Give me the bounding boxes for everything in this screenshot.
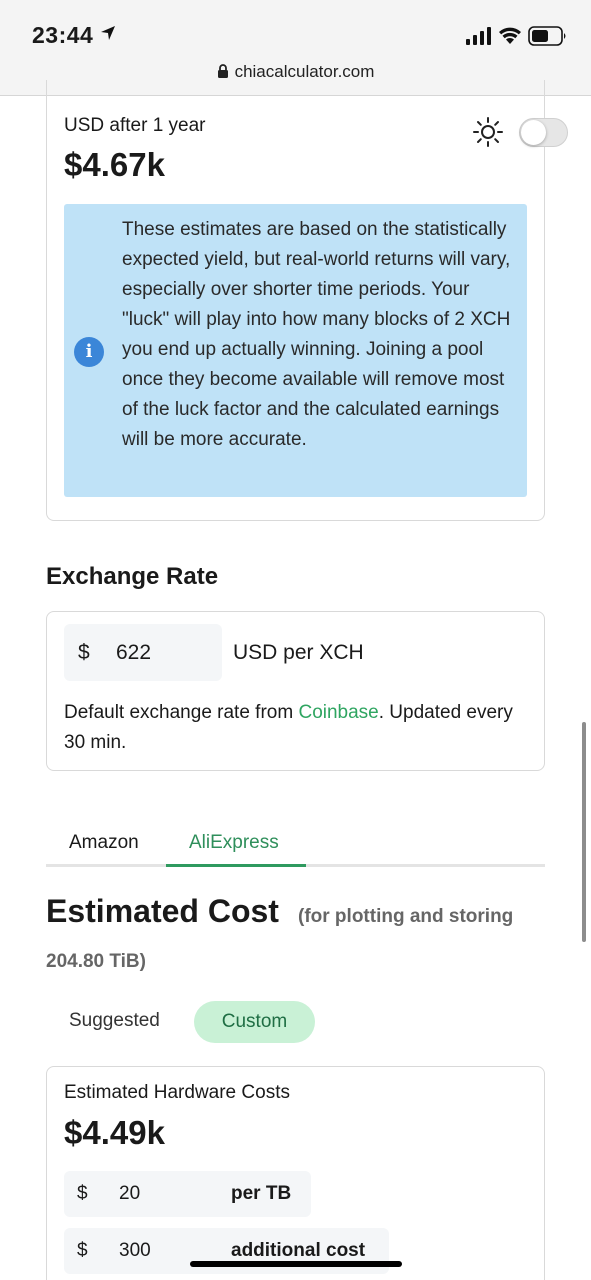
estimated-cost-subheading: (for plotting and storing xyxy=(298,906,514,927)
address-bar[interactable]: chiacalculator.com xyxy=(0,62,591,82)
currency-symbol: $ xyxy=(78,641,90,664)
info-text: These estimates are based on the statist… xyxy=(122,219,511,450)
hardware-costs-value: $4.49k xyxy=(64,1114,165,1151)
url-text: chiacalculator.com xyxy=(234,62,375,81)
exchange-rate-heading: Exchange Rate xyxy=(46,563,219,590)
per-tb-currency-symbol: $ xyxy=(77,1183,88,1204)
toggle-knob xyxy=(521,120,546,145)
hardware-costs-label: Estimated Hardware Costs xyxy=(64,1082,290,1103)
note-prefix: Default exchange rate from xyxy=(64,702,299,723)
additional-cost-unit: additional cost xyxy=(231,1240,366,1261)
clock: 23:44 xyxy=(32,22,94,48)
home-indicator[interactable] xyxy=(190,1261,402,1267)
scrollbar[interactable] xyxy=(582,722,586,942)
cellular-signal-icon xyxy=(466,27,491,45)
tab-amazon[interactable]: Amazon xyxy=(69,832,139,854)
exchange-rate-unit: USD per XCH xyxy=(233,641,364,664)
battery-icon xyxy=(528,26,566,46)
earnings-value: $4.67k xyxy=(64,146,165,183)
estimated-cost-subheading-size: 204.80 TiB) xyxy=(46,951,146,972)
sun-icon xyxy=(473,117,503,147)
active-tab-indicator xyxy=(166,864,306,867)
additional-cost-value[interactable]: 300 xyxy=(119,1240,151,1262)
per-tb-cost-value[interactable]: 20 xyxy=(119,1183,140,1205)
additional-currency-symbol: $ xyxy=(77,1240,88,1261)
custom-option[interactable]: Custom xyxy=(194,1001,315,1043)
per-tb-unit: per TB xyxy=(231,1183,292,1204)
info-icon: i xyxy=(74,337,104,367)
exchange-rate-value[interactable]: 622 xyxy=(116,641,151,665)
suggested-option[interactable]: Suggested xyxy=(69,1010,160,1032)
location-arrow-icon xyxy=(101,26,115,40)
earnings-label: USD after 1 year xyxy=(64,115,206,136)
lock-icon xyxy=(217,64,228,78)
coinbase-link[interactable]: Coinbase xyxy=(298,702,378,723)
wifi-icon xyxy=(499,27,521,44)
tab-aliexpress[interactable]: AliExpress xyxy=(189,832,279,854)
dark-mode-toggle[interactable] xyxy=(519,118,568,147)
exchange-rate-note: Default exchange rate from Coinbase. Upd… xyxy=(64,698,524,758)
estimated-cost-heading: Estimated Cost xyxy=(46,893,279,929)
